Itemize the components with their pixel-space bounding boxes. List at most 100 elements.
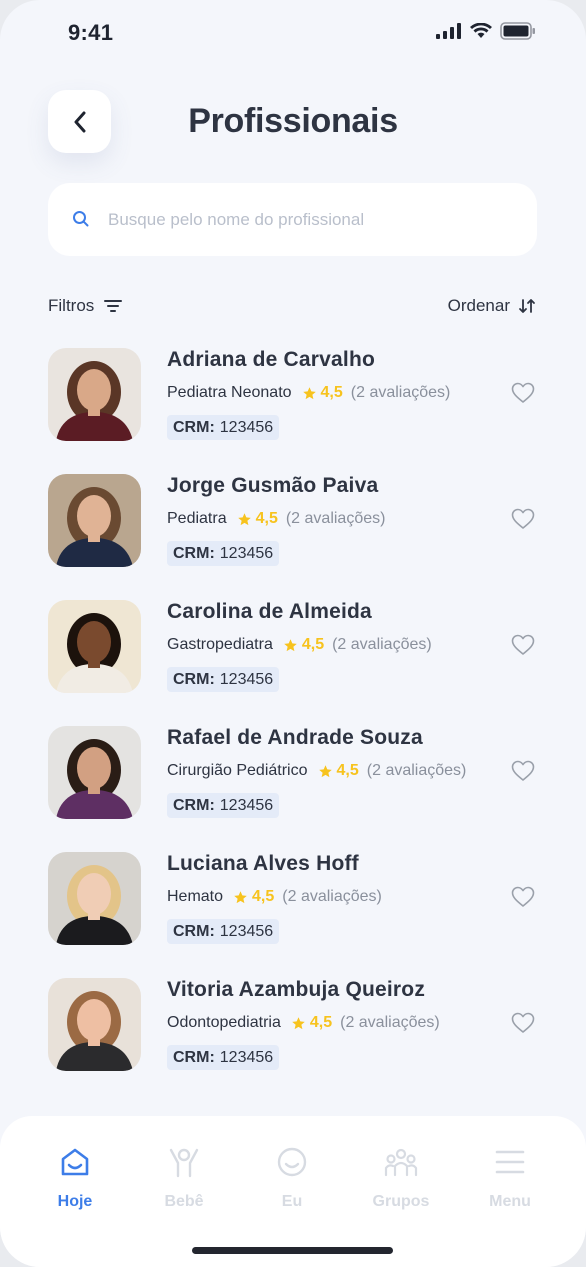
sort-arrows-icon — [519, 299, 535, 313]
rating-value: 4,5 — [320, 384, 343, 401]
filter-icon — [104, 300, 123, 312]
rating-value: 4,5 — [301, 636, 325, 653]
favorite-button[interactable] — [511, 382, 535, 409]
crm-number: 123456 — [219, 544, 274, 562]
professional-meta: Gastropediatra 4,5 (2 avaliações) — [167, 636, 432, 654]
professional-name: Jorge Gusmão Paiva — [167, 474, 379, 497]
professional-photo — [48, 600, 141, 693]
professional-meta: Pediatra 4,5 (2 avaliações) — [167, 510, 385, 528]
bottom-nav: Hoje Bebê Eu Grupos Menu — [0, 1116, 586, 1267]
professional-meta: Cirurgião Pediátrico 4,5 (2 avaliações) — [167, 762, 466, 780]
professional-card[interactable]: Rafael de Andrade Souza Cirurgião Pediát… — [48, 726, 538, 852]
filters-button[interactable]: Filtros — [48, 296, 123, 316]
crm-number: 123456 — [219, 1048, 274, 1066]
crm-badge: CRM: 123456 — [167, 667, 280, 692]
favorite-button[interactable] — [511, 886, 535, 913]
review-count: (2 avaliações) — [285, 510, 386, 527]
nav-label: Hoje — [57, 1193, 93, 1210]
professional-name: Luciana Alves Hoff — [167, 852, 359, 875]
heart-icon — [511, 508, 535, 529]
professional-name: Vitoria Azambuja Queiroz — [167, 978, 426, 1001]
crm-label: CRM: — [173, 922, 215, 940]
star-icon — [318, 764, 332, 777]
professional-card[interactable]: Jorge Gusmão Paiva Pediatra 4,5 (2 avali… — [48, 474, 538, 600]
professional-photo — [48, 474, 141, 567]
crm-label: CRM: — [173, 418, 215, 436]
nav-item-beb[interactable]: Bebê — [129, 1146, 239, 1211]
professional-photo — [48, 978, 141, 1071]
professional-name: Adriana de Carvalho — [167, 348, 376, 371]
battery-icon — [500, 22, 535, 40]
favorite-button[interactable] — [511, 634, 535, 661]
review-count: (2 avaliações) — [340, 1014, 440, 1031]
nav-item-menu[interactable]: Menu — [455, 1146, 565, 1211]
heart-icon — [511, 760, 535, 781]
professional-card[interactable]: Carolina de Almeida Gastropediatra 4,5 (… — [48, 600, 538, 726]
crm-number: 123456 — [219, 418, 274, 436]
crm-number: 123456 — [219, 796, 274, 814]
avatar — [48, 348, 141, 441]
professional-meta: Hemato 4,5 (2 avaliações) — [167, 888, 382, 906]
heart-icon — [511, 634, 535, 655]
baby-icon — [169, 1148, 199, 1178]
professional-specialty: Pediatra Neonato — [167, 384, 292, 401]
professional-meta: Pediatra Neonato 4,5 (2 avaliações) — [167, 384, 450, 402]
professional-name: Carolina de Almeida — [167, 600, 372, 623]
sort-label: Ordenar — [447, 296, 510, 315]
professional-card[interactable]: Adriana de Carvalho Pediatra Neonato 4,5… — [48, 348, 538, 474]
sort-button[interactable]: Ordenar — [448, 296, 536, 316]
crm-label: CRM: — [173, 796, 215, 814]
smile-icon — [277, 1147, 307, 1177]
favorite-button[interactable] — [511, 760, 535, 787]
crm-number: 123456 — [219, 670, 274, 688]
avatar — [48, 852, 141, 945]
rating-value: 4,5 — [252, 888, 275, 905]
search-bar[interactable] — [48, 183, 537, 256]
review-count: (2 avaliações) — [282, 888, 382, 905]
favorite-button[interactable] — [511, 508, 535, 535]
nav-label: Grupos — [372, 1193, 430, 1210]
page-title: Profissionais — [188, 102, 398, 140]
heart-icon — [511, 886, 535, 907]
crm-label: CRM: — [173, 670, 215, 688]
wifi-icon — [470, 23, 492, 38]
professional-photo — [48, 348, 141, 441]
nav-label: Menu — [489, 1193, 531, 1210]
nav-item-grupos[interactable]: Grupos — [346, 1146, 456, 1211]
app-screen: 9:41 Profissionais Busque pelo nome do p… — [0, 0, 586, 1267]
rating-value: 4,5 — [309, 1014, 333, 1031]
professional-photo — [48, 726, 141, 819]
nav-item-eu[interactable]: Eu — [237, 1146, 347, 1211]
nav-label: Bebê — [164, 1193, 204, 1210]
crm-badge: CRM: 123456 — [167, 919, 280, 944]
professional-card[interactable]: Vitoria Azambuja Queiroz Odontopediatria… — [48, 978, 538, 1104]
favorite-button[interactable] — [511, 1012, 535, 1039]
nav-item-hoje[interactable]: Hoje — [20, 1146, 130, 1211]
star-icon — [237, 512, 251, 525]
professional-name: Rafael de Andrade Souza — [167, 726, 423, 749]
crm-label: CRM: — [173, 1048, 215, 1066]
review-count: (2 avaliações) — [332, 636, 432, 653]
crm-badge: CRM: 123456 — [167, 415, 280, 440]
professional-meta: Odontopediatria 4,5 (2 avaliações) — [167, 1014, 440, 1032]
crm-badge: CRM: 123456 — [167, 793, 280, 818]
avatar — [48, 600, 141, 693]
crm-badge: CRM: 123456 — [167, 1045, 280, 1070]
review-count: (2 avaliações) — [366, 762, 467, 779]
review-count: (2 avaliações) — [350, 384, 451, 401]
crm-label: CRM: — [173, 544, 215, 562]
professional-specialty: Hemato — [167, 888, 224, 905]
signal-icon — [436, 23, 461, 39]
professional-card[interactable]: Luciana Alves Hoff Hemato 4,5 (2 avaliaç… — [48, 852, 538, 978]
crm-number: 123456 — [219, 922, 274, 940]
status-icons — [436, 22, 536, 40]
heart-icon — [511, 382, 535, 403]
rating-value: 4,5 — [336, 762, 359, 779]
heart-icon — [511, 1012, 535, 1033]
search-input[interactable] — [108, 183, 518, 256]
nav-label: Eu — [281, 1193, 303, 1210]
professional-specialty: Cirurgião Pediátrico — [167, 762, 308, 779]
professional-specialty: Odontopediatria — [167, 1014, 281, 1031]
status-time: 9:41 — [68, 20, 114, 45]
home-indicator — [192, 1247, 393, 1254]
